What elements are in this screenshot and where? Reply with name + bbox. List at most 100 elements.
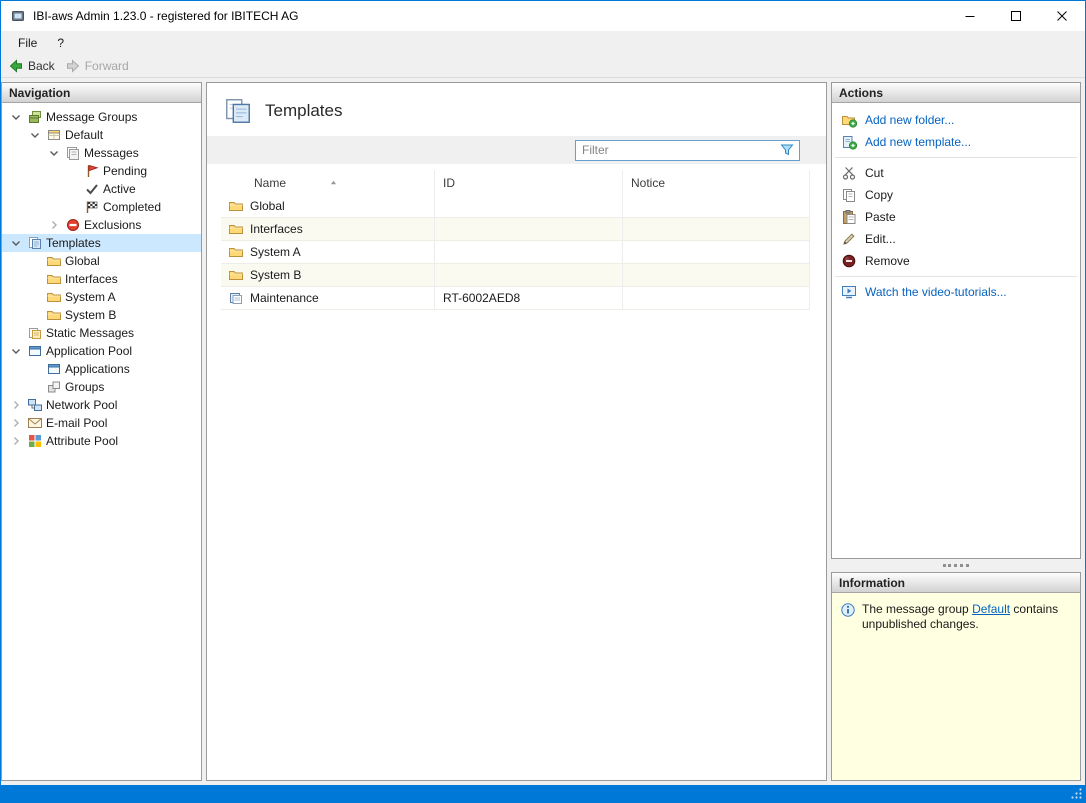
- tree-item-application-pool[interactable]: Application Pool: [2, 342, 201, 360]
- video-icon: [841, 284, 857, 300]
- action-remove[interactable]: Remove: [832, 250, 1080, 272]
- tree-item-system-a[interactable]: System A: [2, 288, 201, 306]
- tree-item-default[interactable]: Default: [2, 126, 201, 144]
- navigation-header: Navigation: [2, 83, 201, 103]
- tree-item-attribute-pool[interactable]: Attribute Pool: [2, 432, 201, 450]
- table-row-maintenance[interactable]: MaintenanceRT-6002AED8: [221, 287, 810, 310]
- tree-item-completed[interactable]: Completed: [2, 198, 201, 216]
- tree-item-exclusions[interactable]: Exclusions: [2, 216, 201, 234]
- maximize-icon: [1011, 11, 1021, 21]
- menu-file[interactable]: File: [8, 33, 47, 53]
- cell-id: [435, 241, 623, 263]
- column-header-notice[interactable]: Notice: [623, 170, 810, 195]
- tree-item-templates[interactable]: Templates: [2, 234, 201, 252]
- forward-button[interactable]: Forward: [65, 58, 129, 74]
- titlebar: IBI-aws Admin 1.23.0 - registered for IB…: [1, 1, 1085, 31]
- back-button[interactable]: Back: [8, 58, 55, 74]
- tree-item-groups[interactable]: Groups: [2, 378, 201, 396]
- tree-item-label: Interfaces: [65, 272, 118, 286]
- information-panel: Information The message group Default co…: [831, 572, 1081, 781]
- forward-label: Forward: [85, 59, 129, 73]
- action-paste[interactable]: Paste: [832, 206, 1080, 228]
- action-label: Watch the video-tutorials...: [865, 285, 1007, 299]
- chevron-right-icon[interactable]: [8, 397, 27, 413]
- actions-separator: [835, 157, 1077, 158]
- tree-item-message-groups[interactable]: Message Groups: [2, 108, 201, 126]
- tree-item-pending[interactable]: Pending: [2, 162, 201, 180]
- tree-item-applications[interactable]: Applications: [2, 360, 201, 378]
- chevron-right-icon[interactable]: [46, 217, 65, 233]
- table-row-interfaces[interactable]: Interfaces: [221, 218, 810, 241]
- tree-item-label: Global: [65, 254, 100, 268]
- cell-name: Maintenance: [221, 287, 435, 309]
- cell-notice: [623, 241, 810, 263]
- window-title: IBI-aws Admin 1.23.0 - registered for IB…: [33, 9, 298, 23]
- minimize-button[interactable]: [947, 1, 993, 31]
- tree-item-label: Active: [103, 182, 136, 196]
- templates-table: Name ID Notice Global Interfaces System AS…: [221, 170, 810, 310]
- action-edit[interactable]: Edit...: [832, 228, 1080, 250]
- chevron-down-icon[interactable]: [46, 145, 65, 161]
- action-cut[interactable]: Cut: [832, 162, 1080, 184]
- tree-item-network-pool[interactable]: Network Pool: [2, 396, 201, 414]
- folder-icon: [228, 221, 244, 237]
- action-add-new-template[interactable]: Add new template...: [832, 131, 1080, 153]
- application-pool-icon: [27, 343, 43, 359]
- cell-name: Global: [221, 195, 435, 217]
- app-window: IBI-aws Admin 1.23.0 - registered for IB…: [0, 0, 1086, 803]
- table-row-system-b[interactable]: System B: [221, 264, 810, 287]
- tree-item-active[interactable]: Active: [2, 180, 201, 198]
- chevron-down-icon[interactable]: [8, 343, 27, 359]
- actions-header: Actions: [832, 83, 1080, 103]
- static-messages-icon: [27, 325, 43, 341]
- filter-input[interactable]: [582, 143, 779, 157]
- tree-item-label: Default: [65, 128, 103, 142]
- tree-item-label: System B: [65, 308, 116, 322]
- folder-icon: [228, 267, 244, 283]
- information-text-before: The message group: [862, 602, 972, 616]
- edit-icon: [841, 231, 857, 247]
- window-controls: [947, 1, 1085, 31]
- cell-notice: [623, 287, 810, 309]
- column-header-id[interactable]: ID: [435, 170, 623, 195]
- chevron-right-icon[interactable]: [8, 415, 27, 431]
- cell-name-label: Interfaces: [250, 222, 303, 236]
- folder-icon: [46, 289, 62, 305]
- menu-help[interactable]: ?: [47, 33, 74, 53]
- chevron-down-icon[interactable]: [27, 127, 46, 143]
- message-groups-icon: [27, 109, 43, 125]
- filter-icon[interactable]: [779, 142, 795, 158]
- tree-item-messages[interactable]: Messages: [2, 144, 201, 162]
- action-watch-the-video-tutorials[interactable]: Watch the video-tutorials...: [832, 281, 1080, 303]
- action-copy[interactable]: Copy: [832, 184, 1080, 206]
- panel-splitter[interactable]: [831, 559, 1081, 572]
- cut-icon: [841, 165, 857, 181]
- information-header: Information: [832, 573, 1080, 593]
- tree-item-interfaces[interactable]: Interfaces: [2, 270, 201, 288]
- table-row-global[interactable]: Global: [221, 195, 810, 218]
- action-add-new-folder[interactable]: Add new folder...: [832, 109, 1080, 131]
- pending-icon: [84, 163, 100, 179]
- resize-grip-icon[interactable]: [1070, 787, 1083, 800]
- tree-item-static-messages[interactable]: Static Messages: [2, 324, 201, 342]
- templates-page-icon: [223, 96, 253, 126]
- chevron-right-icon[interactable]: [8, 433, 27, 449]
- maximize-button[interactable]: [993, 1, 1039, 31]
- tree-item-label: Message Groups: [46, 110, 137, 124]
- expander-spacer: [27, 289, 46, 305]
- tree-item-label: Templates: [46, 236, 101, 250]
- cell-id: [435, 195, 623, 217]
- folder-icon: [228, 198, 244, 214]
- tree-item-global[interactable]: Global: [2, 252, 201, 270]
- column-name-label: Name: [254, 176, 286, 190]
- tree-item-system-b[interactable]: System B: [2, 306, 201, 324]
- column-header-name[interactable]: Name: [221, 170, 435, 195]
- default-group-link[interactable]: Default: [972, 602, 1010, 616]
- tree-item-e-mail-pool[interactable]: E-mail Pool: [2, 414, 201, 432]
- chevron-down-icon[interactable]: [8, 235, 27, 251]
- action-label: Cut: [865, 166, 884, 180]
- chevron-down-icon[interactable]: [8, 109, 27, 125]
- close-button[interactable]: [1039, 1, 1085, 31]
- filter-box: [575, 140, 800, 161]
- table-row-system-a[interactable]: System A: [221, 241, 810, 264]
